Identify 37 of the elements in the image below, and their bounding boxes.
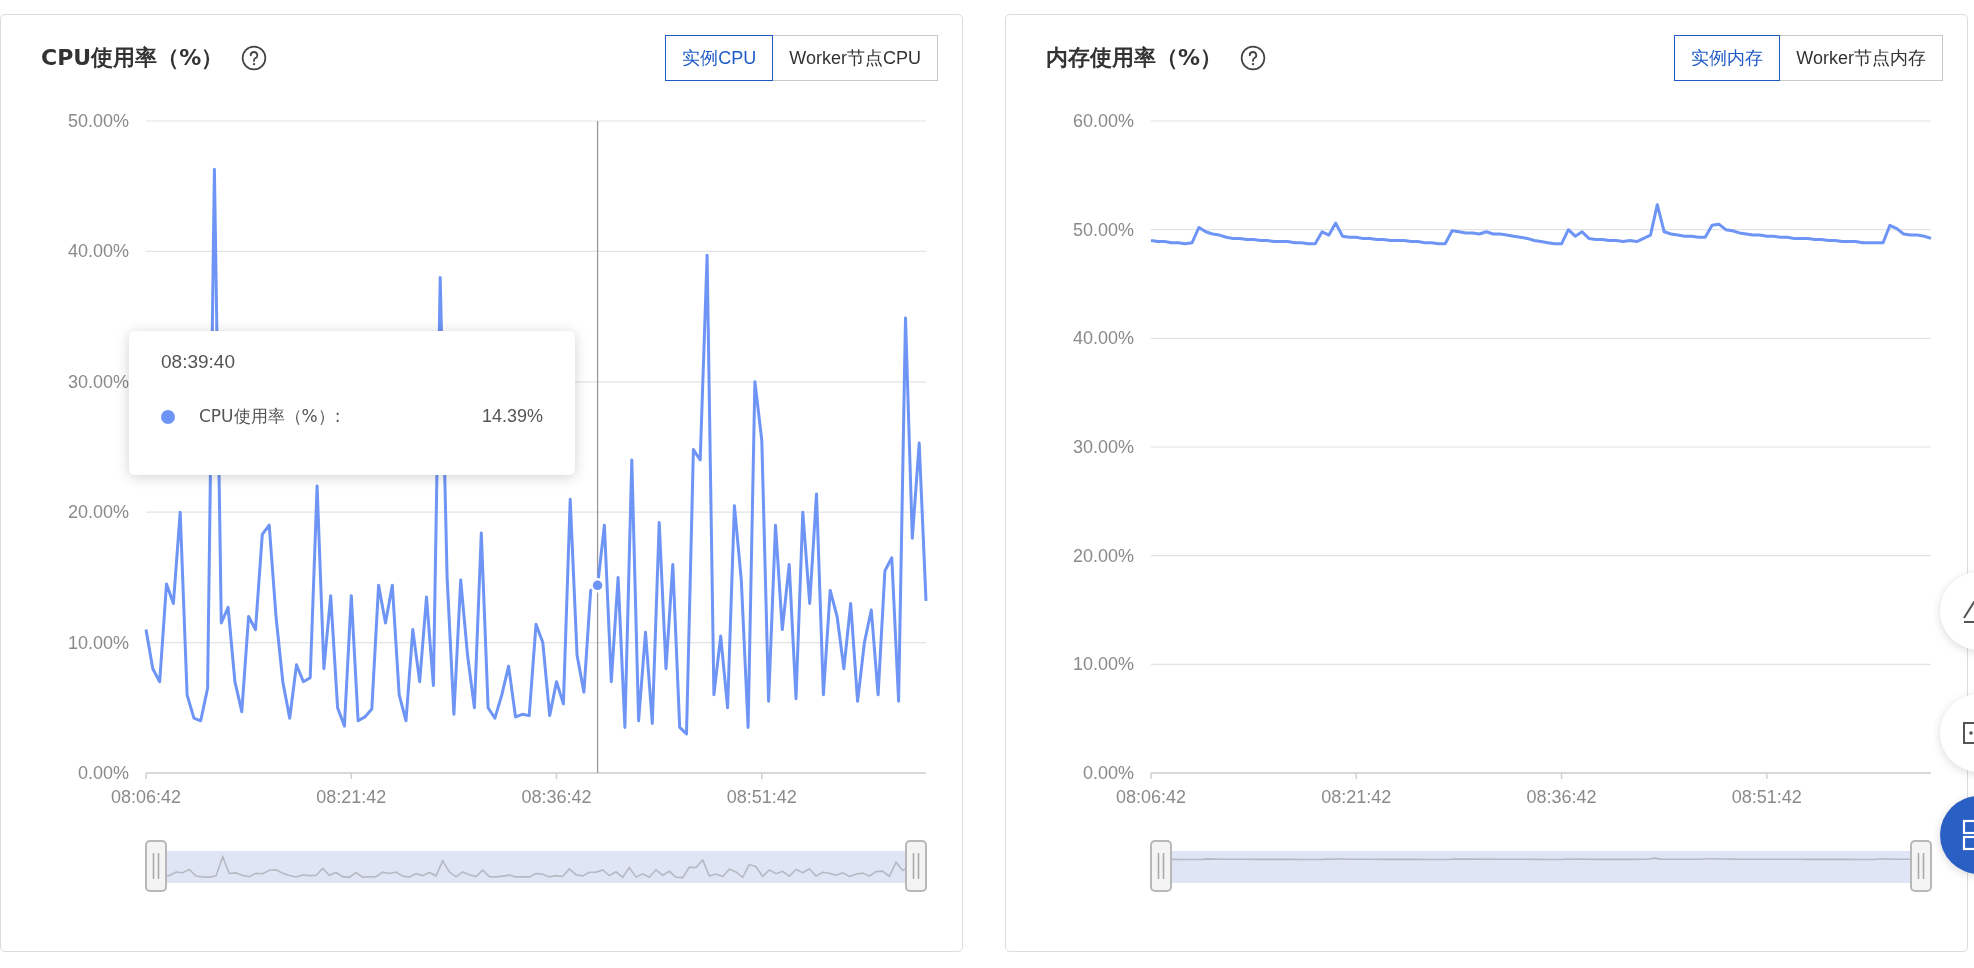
toggle-tab[interactable]: 实例内存 xyxy=(1674,35,1781,81)
y-axis-label: 50.00% xyxy=(67,111,129,131)
hover-point xyxy=(590,578,605,593)
chart-title: 内存使用率（%） xyxy=(1046,44,1223,72)
x-axis-label: 08:51:42 xyxy=(1731,787,1802,807)
tooltip-series-label: CPU使用率（%）: xyxy=(199,405,341,428)
zoom-handle[interactable] xyxy=(1910,840,1932,892)
toggle-tab[interactable]: Worker节点CPU xyxy=(773,35,938,81)
y-axis-label: 40.00% xyxy=(67,241,129,262)
tooltip-value: 14.39% xyxy=(481,406,543,427)
chart-title: CPU使用率（%） xyxy=(41,44,224,72)
zoom-handle[interactable] xyxy=(905,840,927,892)
y-axis-label: 30.00% xyxy=(67,371,129,392)
x-axis-label: 08:51:42 xyxy=(726,787,797,807)
x-axis-label: 08:06:42 xyxy=(110,787,182,807)
y-axis-label: 40.00% xyxy=(1072,328,1134,349)
x-axis-label: 08:36:42 xyxy=(1526,787,1597,807)
x-axis-label: 08:36:42 xyxy=(521,787,592,807)
y-axis-label: 0.00% xyxy=(77,763,129,783)
y-axis-label: 60.00% xyxy=(1072,111,1134,131)
y-axis-label: 50.00% xyxy=(1072,219,1134,240)
y-axis-label: 0.00% xyxy=(1082,763,1134,783)
toggle-tab[interactable]: Worker节点内存 xyxy=(1780,35,1943,81)
y-axis-label: 20.00% xyxy=(1072,545,1134,566)
zoom-handle[interactable] xyxy=(1150,840,1172,892)
y-axis-label: 10.00% xyxy=(1072,654,1134,675)
x-axis-label: 08:21:42 xyxy=(316,787,387,807)
y-axis-label: 10.00% xyxy=(67,632,129,653)
x-axis-label: 08:06:42 xyxy=(1115,787,1187,807)
zoom-handle[interactable] xyxy=(145,840,167,892)
y-axis-label: 30.00% xyxy=(1072,437,1134,457)
x-axis-label: 08:21:42 xyxy=(1321,787,1392,807)
tooltip-time: 08:39:40 xyxy=(161,351,236,373)
y-axis-label: 20.00% xyxy=(67,502,129,523)
toggle-tab[interactable]: 实例CPU xyxy=(665,35,774,81)
help-icon[interactable] xyxy=(241,45,268,71)
help-icon[interactable] xyxy=(1240,45,1267,71)
